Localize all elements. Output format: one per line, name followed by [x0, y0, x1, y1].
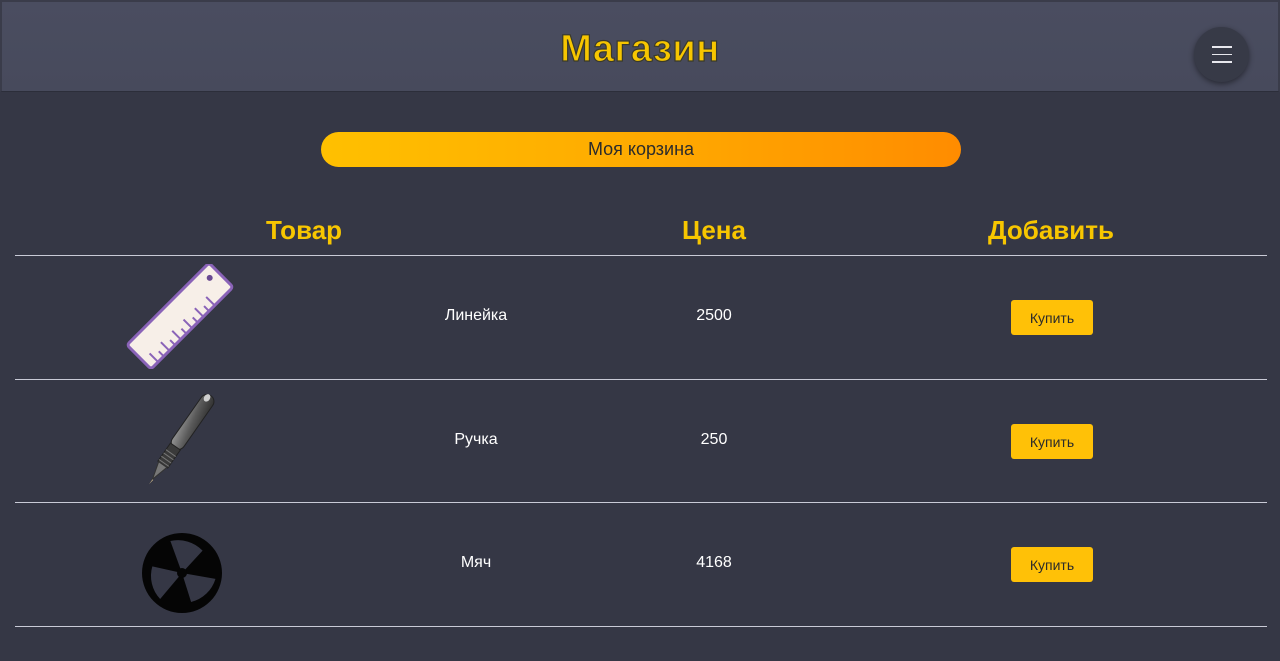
buy-button[interactable]: Купить — [1011, 424, 1093, 459]
column-header-add: Добавить — [988, 215, 1114, 245]
table-row: Ручка 250 Купить — [15, 380, 1267, 503]
my-cart-button[interactable]: Моя корзина — [321, 132, 961, 167]
hamburger-icon — [1211, 46, 1232, 63]
divider — [15, 626, 1267, 627]
ball-icon — [125, 511, 235, 616]
table-row: Линейка 2500 Купить — [15, 256, 1267, 379]
buy-button[interactable]: Купить — [1011, 547, 1093, 582]
column-header-price: Цена — [682, 215, 746, 245]
product-name: Мяч — [460, 554, 492, 571]
pen-icon — [125, 388, 235, 493]
product-name: Ручка — [454, 431, 498, 448]
table-row: Мяч 4168 Купить — [15, 503, 1267, 626]
ruler-icon — [125, 264, 235, 369]
product-price: 250 — [700, 431, 728, 448]
column-header-product: Товар — [265, 215, 343, 245]
page-title: Магазин — [560, 27, 720, 70]
product-price: 4168 — [696, 554, 732, 571]
buy-button[interactable]: Купить — [1011, 300, 1093, 335]
product-price: 2500 — [696, 307, 732, 324]
product-name: Линейка — [444, 307, 508, 324]
menu-button[interactable] — [1194, 27, 1249, 82]
header: Магазин — [0, 0, 1280, 92]
